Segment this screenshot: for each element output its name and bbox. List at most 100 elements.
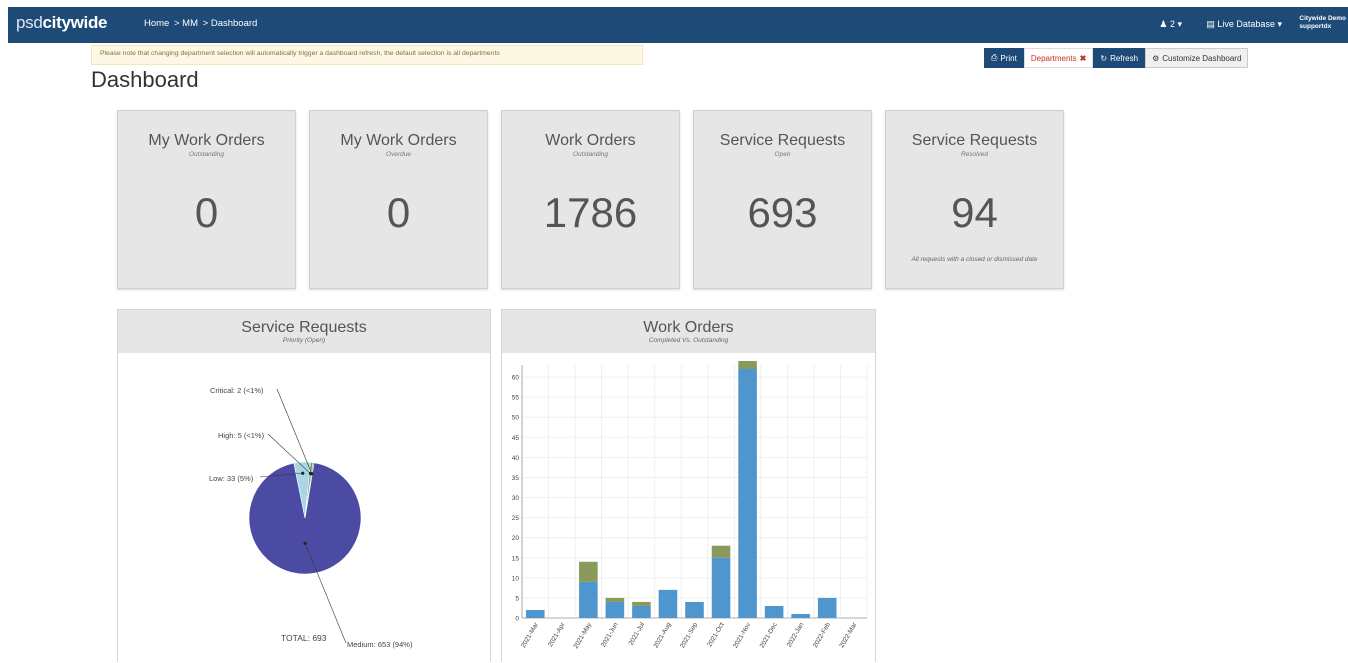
x-tick-label: 2022-Jan <box>786 621 806 648</box>
database-icon: ▤ <box>1206 19 1215 29</box>
tile-my-work-orders-outstanding[interactable]: My Work Orders Outstanding 0 <box>117 110 296 289</box>
x-tick-label: 2022-Mar <box>838 621 858 649</box>
breadcrumb-mm[interactable]: > MM <box>174 18 198 29</box>
bar-2021-Nov-series-1 <box>738 360 757 370</box>
x-tick-label: 2021-Jun <box>600 621 620 648</box>
org-user: supportdx <box>1299 23 1332 30</box>
bar-2021-Jul-series-0 <box>632 605 651 618</box>
tile-subtitle: Outstanding <box>188 151 225 158</box>
bar-2021-Aug-series-0 <box>658 589 678 618</box>
tile-title: Service Requests <box>719 132 846 149</box>
bar-2021-Sep-series-0 <box>685 601 704 618</box>
pie-label: Critical: 2 (<1%) <box>210 386 264 395</box>
y-tick-label: 10 <box>512 575 520 582</box>
org-name: Citywide Demo <box>1299 15 1346 22</box>
x-tick-label: 2022-Feb <box>812 621 832 649</box>
breadcrumb-dashboard: > Dashboard <box>202 18 258 29</box>
bar-2022-Feb-series-0 <box>817 597 837 618</box>
pie-label: High: 5 (<1%) <box>218 431 265 440</box>
tile-title: My Work Orders <box>340 132 457 149</box>
tile-subtitle: Outstanding <box>572 151 609 158</box>
org-menu[interactable]: Citywide Demo supportdx <box>1299 15 1346 31</box>
database-label: Live Database <box>1217 19 1275 29</box>
top-navbar: psdcitywide Home > MM > Dashboard ♟ 2 ▾ … <box>8 7 1348 43</box>
department-notice: Please note that changing department sel… <box>91 45 643 65</box>
y-tick-label: 5 <box>515 595 519 602</box>
x-tick-label: 2021-Sep <box>679 621 699 649</box>
x-tick-label: 2021-Aug <box>653 621 673 649</box>
tile-subtitle: Resolved <box>960 151 989 158</box>
pie-leader-line <box>276 388 313 474</box>
y-tick-label: 50 <box>512 415 520 422</box>
x-tick-label: 2021-Apr <box>547 621 567 648</box>
panel-subtitle: Completed Vs. Outstanding <box>648 337 729 344</box>
y-tick-label: 40 <box>512 455 520 462</box>
tile-subtitle: Open <box>774 151 791 158</box>
tile-value: 94 <box>951 189 998 236</box>
bar-2021-Jun-series-1 <box>605 597 625 602</box>
panel-title: Service Requests <box>241 319 367 336</box>
service-requests-pie-chart: Medium: 653 (94%) Low: 33 (5%) High: 5 (<1… <box>209 386 413 649</box>
bar-2021-Mar-series-0 <box>525 609 545 618</box>
print-button[interactable]: ⎙ Print <box>984 48 1024 68</box>
pie-leader-dot <box>303 541 307 545</box>
caret-down-icon: ▾ <box>1177 19 1182 29</box>
y-tick-label: 30 <box>512 495 520 502</box>
panel-header: Service Requests Priority (Open) <box>118 310 490 353</box>
x-tick-label: 2021-Nov <box>732 621 753 650</box>
page-title: Dashboard <box>91 67 199 92</box>
user-count: 2 <box>1169 19 1175 29</box>
panel-title: Work Orders <box>643 319 734 336</box>
brand-logo[interactable]: psdcitywide <box>16 13 108 33</box>
y-tick-label: 20 <box>512 535 520 542</box>
dashboard-toolbar: ⎙ Print Departments ✖ ↻ Refresh ⚙ Customize … <box>984 48 1249 68</box>
pie-label: Medium: 653 (94%) <box>347 640 413 649</box>
print-icon: ⎙ <box>991 53 998 62</box>
work-orders-bar-chart: 0 5 10 15 20 25 30 35 40 45 50 55 60 2021-Mar 2021-Apr… <box>512 360 868 650</box>
bar-2021-Nov-series-0 <box>738 369 757 618</box>
database-menu[interactable]: ▤ Live Database ▾ <box>1206 19 1282 30</box>
y-tick-label: 0 <box>515 616 519 623</box>
refresh-icon: ↻ <box>1100 53 1108 63</box>
bar-2021-Jun-series-0 <box>605 601 625 618</box>
refresh-button[interactable]: ↻ Refresh <box>1093 48 1146 68</box>
bar-2021-Dec-series-0 <box>764 605 784 618</box>
tile-value: 0 <box>386 189 411 236</box>
y-tick-label: 35 <box>512 475 520 482</box>
close-icon: ✖ <box>1079 53 1087 63</box>
panel-subtitle: Priority (Open) <box>282 337 326 344</box>
users-icon: ♟ <box>1159 19 1168 29</box>
tile-my-work-orders-overdue[interactable]: My Work Orders Overdue 0 <box>309 110 488 289</box>
tile-title: Service Requests <box>911 132 1038 149</box>
x-tick-label: 2021-May <box>573 621 594 650</box>
pie-label: Low: 33 (5%) <box>209 474 254 483</box>
x-tick-label: 2021-Dec <box>759 621 780 650</box>
y-tick-label: 15 <box>512 555 520 562</box>
y-tick-label: 55 <box>512 395 520 402</box>
breadcrumb-home[interactable]: Home <box>144 18 169 29</box>
bar-2021-Oct-series-1 <box>711 545 731 558</box>
bar-2021-Jul-series-1 <box>632 601 651 606</box>
tile-title: My Work Orders <box>148 132 265 149</box>
caret-down-icon: ▾ <box>1277 19 1282 29</box>
x-tick-label: 2021-Mar <box>520 621 540 649</box>
breadcrumb: Home > MM > Dashboard <box>144 18 259 29</box>
tile-work-orders-outstanding[interactable]: Work Orders Outstanding 1786 <box>501 110 680 289</box>
bar-2021-May-series-1 <box>579 561 598 582</box>
tile-title: Work Orders <box>545 132 636 149</box>
y-tick-label: 25 <box>512 515 520 522</box>
tile-value: 1786 <box>543 189 638 236</box>
pie-leader-dot <box>310 472 314 476</box>
tile-note: All requests with a closed or dismissed … <box>911 256 1038 263</box>
bar-2021-May-series-0 <box>579 581 598 618</box>
gear-icon: ⚙ <box>1152 53 1160 63</box>
bar-2022-Jan-series-0 <box>791 613 810 618</box>
user-menu[interactable]: ♟ 2 ▾ <box>1159 19 1182 30</box>
departments-button[interactable]: Departments ✖ <box>1023 48 1094 68</box>
customize-dashboard-button[interactable]: ⚙ Customize Dashboard <box>1145 48 1249 68</box>
x-tick-label: 2021-Jul <box>628 621 647 647</box>
tile-value: 0 <box>194 189 219 236</box>
y-tick-label: 45 <box>512 435 520 442</box>
tile-service-requests-resolved[interactable]: Service Requests Resolved 94 All request… <box>885 110 1064 289</box>
tile-service-requests-open[interactable]: Service Requests Open 693 <box>693 110 872 289</box>
